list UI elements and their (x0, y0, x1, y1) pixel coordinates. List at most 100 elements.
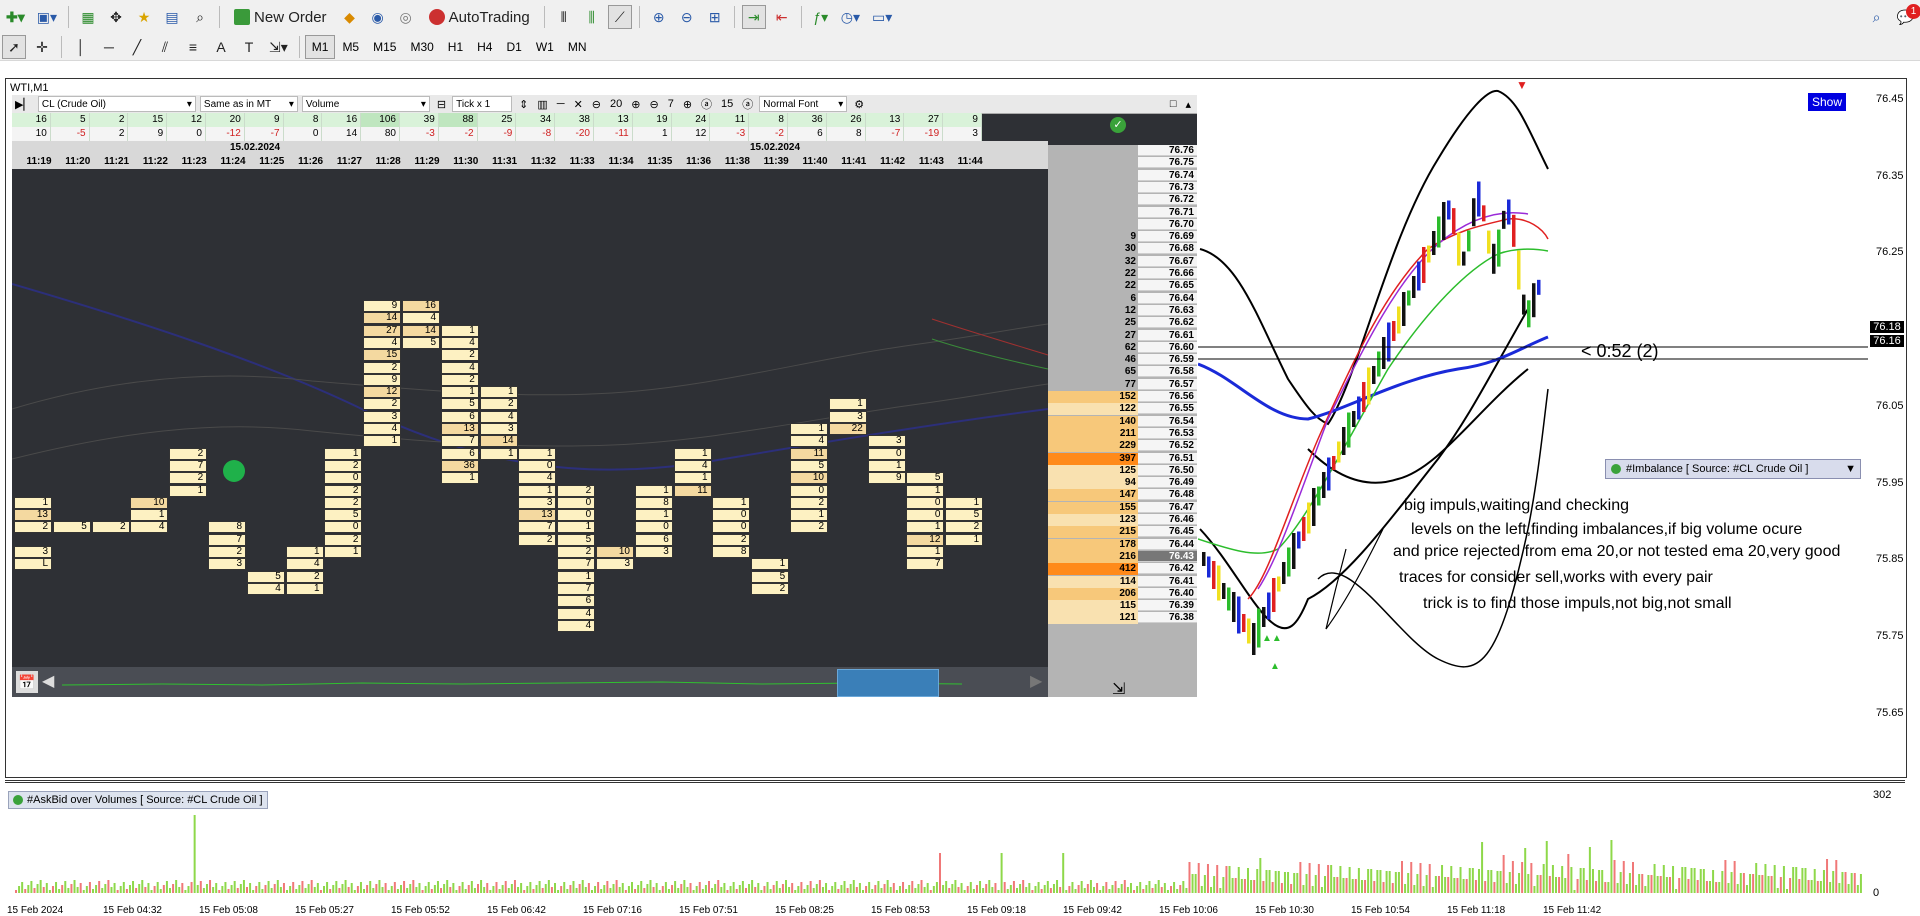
play-icon[interactable]: ▶▏ (12, 97, 35, 111)
timeframe-m30[interactable]: M30 (403, 35, 440, 59)
cursor-icon[interactable]: ➚ (2, 35, 26, 59)
bar-chart-icon[interactable]: ⫴ (552, 5, 576, 29)
candle (1207, 556, 1211, 578)
volume-bar (67, 888, 70, 893)
trendline-icon[interactable]: ╱ (125, 35, 149, 59)
imbalance-panel[interactable]: #Imbalance [ Source: #CL Crude Oil ] ▼ (1605, 459, 1861, 479)
text-label-icon[interactable]: T (237, 35, 261, 59)
cluster-panel[interactable]: ▶▏ CL (Crude Oil) ▾ Same as in MT ▾ Volume… (12, 95, 1197, 697)
strategy-tester-icon[interactable]: ⌕ (188, 5, 212, 29)
price-level-row: 125 76.50 (1048, 464, 1197, 477)
data-window-icon[interactable]: ✥ (104, 5, 128, 29)
autoscroll-icon[interactable]: ⇥ (741, 5, 766, 29)
price-level-row: 216 76.43 (1048, 550, 1197, 563)
show-button[interactable]: Show (1808, 93, 1847, 111)
timeframe-h4[interactable]: H4 (470, 35, 499, 59)
scroll-right-icon[interactable]: ▶ (1030, 671, 1042, 691)
cluster-cell: 1 (828, 398, 867, 411)
timeframe-m15[interactable]: M15 (366, 35, 403, 59)
autotrading-button[interactable]: AutoTrading (422, 5, 537, 29)
askbid-subwindow[interactable]: #AskBid over Volumes [ Source: #CL Crude… (5, 777, 1905, 916)
dropdown-icon[interactable]: ▼ (1845, 463, 1856, 475)
arrows-icon[interactable]: ⇲▾ (265, 35, 292, 59)
timeframe-m1[interactable]: M1 (304, 35, 336, 59)
price-chart[interactable]: ▼ ▲▲ ▲ (1198, 79, 1868, 777)
timeframe-d1[interactable]: D1 (499, 35, 528, 59)
chart-note: trick is to find those impuls,not big,no… (1423, 595, 1732, 612)
resize-icon[interactable]: ⊟ (434, 97, 449, 111)
split-icon[interactable]: ⇕ (516, 97, 531, 111)
chart-shift-icon[interactable]: ⇤ (770, 5, 794, 29)
navigator-window[interactable] (837, 669, 939, 697)
volume-bar (960, 883, 963, 893)
volume-bar (766, 882, 769, 893)
indicators-icon[interactable]: ƒ▾ (809, 5, 833, 29)
horizontal-line-icon[interactable]: ─ (97, 35, 121, 59)
time-label: 11:42 (880, 156, 906, 167)
at-icon[interactable]: ⓐ (698, 97, 715, 111)
volume-bar (427, 882, 430, 893)
mode-select[interactable]: Volume ▾ (301, 96, 430, 112)
new-chart-icon[interactable]: ✚▾ (2, 5, 29, 29)
channel-icon[interactable]: ⫽ (153, 35, 177, 59)
timeframe-m5[interactable]: M5 (335, 35, 366, 59)
increase-icon[interactable]: ⊕ (628, 97, 643, 111)
candlestick-icon[interactable]: ⫼ (580, 5, 604, 29)
metaeditor-icon[interactable]: ◆ (338, 5, 362, 29)
text-icon[interactable]: A (209, 35, 233, 59)
decrease-icon[interactable]: ⊖ (589, 97, 604, 111)
ask-price-tag: 76.16 (1870, 335, 1904, 347)
market-watch-icon[interactable]: ▦ (76, 5, 100, 29)
scroll-left-icon[interactable]: ◀ (42, 671, 54, 691)
up-icon[interactable]: ⊕ (680, 97, 695, 111)
volume-bar (862, 890, 864, 893)
fibonacci-icon[interactable]: ≡ (181, 35, 205, 59)
tile-windows-icon[interactable]: ⊞ (703, 5, 727, 29)
market-icon[interactable]: ◎ (394, 5, 418, 29)
timeframe-w1[interactable]: W1 (529, 35, 561, 59)
timeframe-mn[interactable]: MN (561, 35, 594, 59)
symbol-select[interactable]: CL (Crude Oil) ▾ (37, 96, 196, 112)
line-chart-icon[interactable]: ⟋ (607, 5, 632, 29)
periods-icon[interactable]: ◷▾ (837, 5, 864, 29)
expand-icon[interactable]: ⇲ (1112, 679, 1125, 697)
crosshair-icon[interactable]: ✛ (30, 35, 54, 59)
terminal-icon[interactable]: ▤ (160, 5, 184, 29)
position-marker[interactable] (223, 460, 245, 482)
tick-select[interactable]: Tick x 1 (452, 96, 513, 112)
signals-icon[interactable]: ◉ (366, 5, 390, 29)
at2-icon[interactable]: ⓐ (739, 97, 756, 111)
decrease2-icon[interactable]: ⊖ (646, 97, 661, 111)
chart-window[interactable]: WTI,M1 ▶▏ CL (Crude Oil) ▾ Same as in MT ▾… (5, 78, 1907, 778)
volume-bar (1114, 881, 1117, 893)
count1-value: 20 (610, 98, 623, 110)
histogram-icon[interactable]: ▥ (534, 97, 550, 111)
same-as-select[interactable]: Same as in MT ▾ (199, 96, 298, 112)
close-icon[interactable]: ✕ (571, 97, 586, 111)
cluster-cell: 1 (790, 423, 828, 435)
profiles-icon[interactable]: ▣▾ (33, 5, 61, 29)
zoom-out-icon[interactable]: ⊖ (675, 5, 699, 29)
volume-bar (424, 886, 427, 893)
timeframe-h1[interactable]: H1 (441, 35, 470, 59)
collapse-icon[interactable]: ▴ (1182, 97, 1194, 111)
volume-bar (572, 881, 575, 893)
navigator-icon[interactable]: ★ (132, 5, 156, 29)
cluster-cell: 0 (790, 484, 828, 497)
vertical-line-icon[interactable]: │ (69, 35, 93, 59)
zoom-in-icon[interactable]: ⊕ (647, 5, 671, 29)
check-icon[interactable]: ✓ (1110, 117, 1126, 133)
new-order-button[interactable]: New Order (227, 5, 334, 29)
minus-icon[interactable]: ─ (554, 97, 568, 111)
settings-icon[interactable]: ⚙ (851, 97, 867, 111)
font-select[interactable]: Normal Font ▾ (759, 96, 848, 112)
maximize-icon[interactable]: □ (1167, 97, 1180, 111)
cluster-cell: 4 (130, 521, 169, 534)
templates-icon[interactable]: ▭▾ (868, 5, 896, 29)
calendar-icon[interactable]: 📅 (16, 671, 38, 693)
search-icon[interactable]: ⌕ (1865, 5, 1889, 29)
notifications-icon[interactable]: 💬 1 (1893, 4, 1920, 29)
cluster-cell: 14 (363, 312, 402, 325)
volume-bar (1293, 873, 1296, 893)
cluster-navigator[interactable]: 📅 ◀ ▶ (12, 667, 1048, 697)
